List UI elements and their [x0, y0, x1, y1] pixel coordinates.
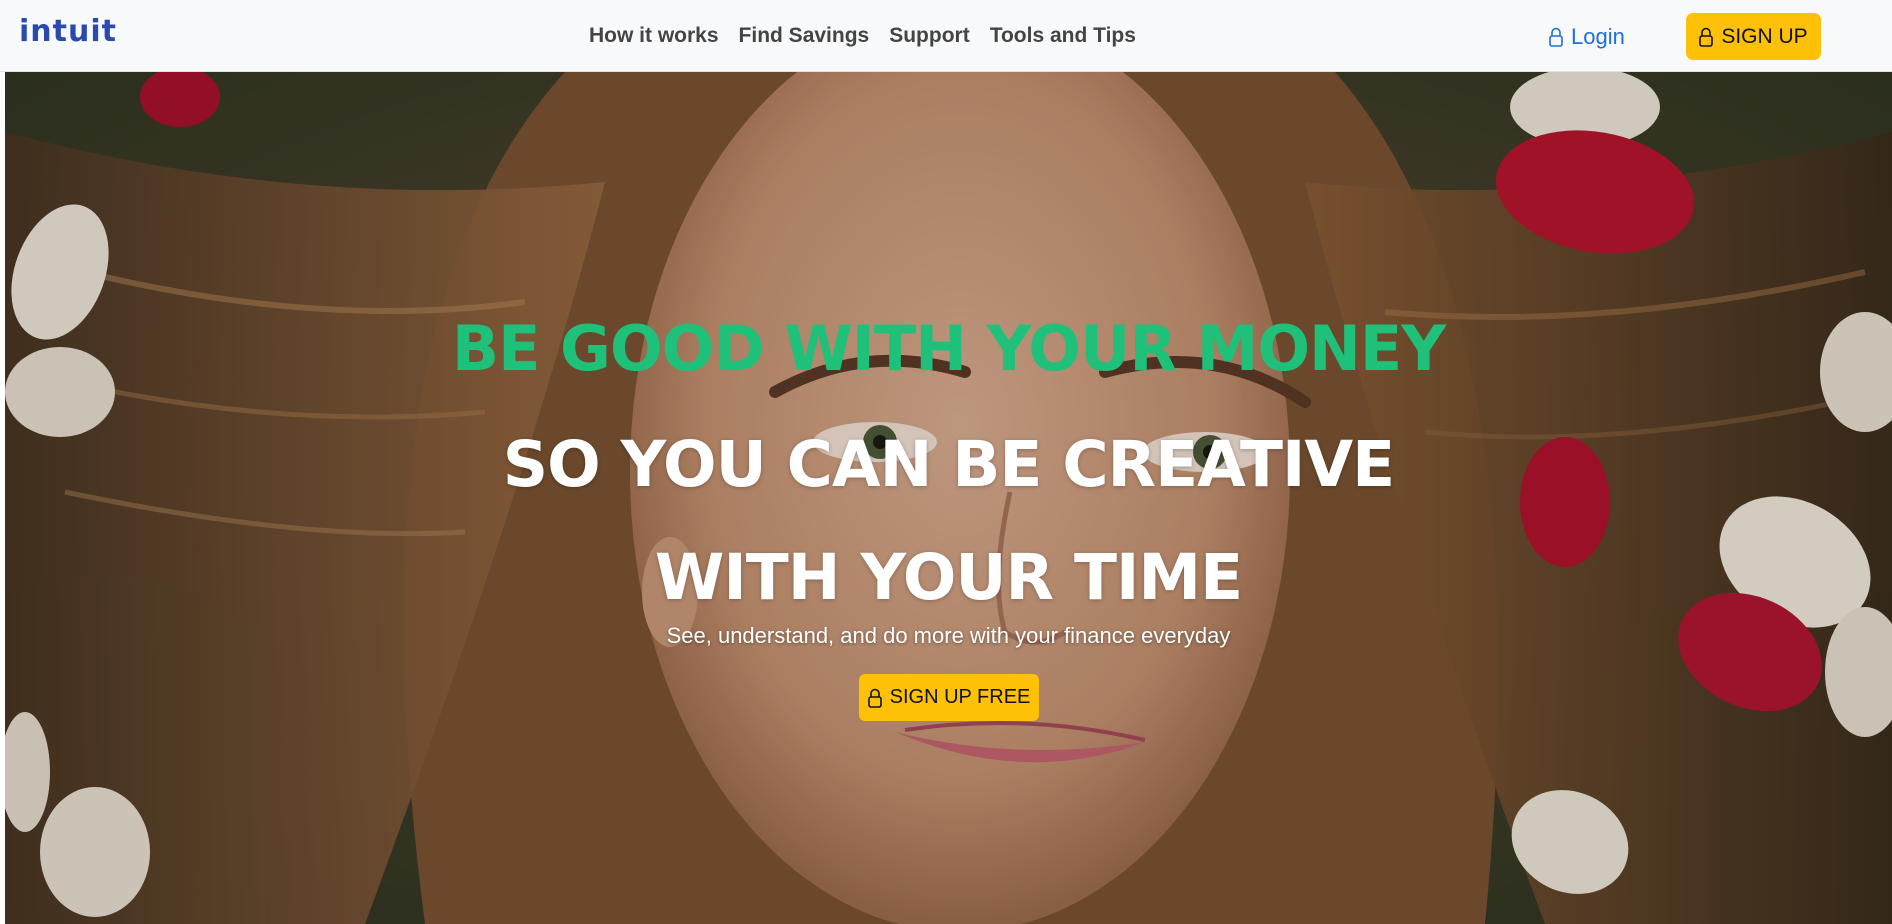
signup-button[interactable]: SIGN UP [1686, 13, 1821, 60]
lock-icon [867, 688, 882, 708]
hero-tagline: See, understand, and do more with your f… [666, 623, 1231, 648]
signup-label: SIGN UP [1721, 24, 1808, 48]
nav-tools-and-tips[interactable]: Tools and Tips [990, 24, 1136, 48]
hero-headline-line2: SO YOU CAN BE CREATIVE [502, 428, 1395, 501]
hero-section: BE GOOD WITH YOUR MONEY SO YOU CAN BE CR… [5, 72, 1892, 924]
lock-icon [1699, 27, 1714, 47]
lock-icon [1549, 27, 1563, 47]
login-link[interactable]: Login [1549, 22, 1625, 52]
nav-support[interactable]: Support [889, 24, 969, 48]
main-nav: How it works Find Savings Support Tools … [589, 0, 1136, 72]
hero-headline-line3: WITH YOUR TIME [654, 541, 1243, 614]
login-label: Login [1571, 24, 1625, 49]
nav-find-savings[interactable]: Find Savings [739, 24, 870, 48]
hero-headline-line1: BE GOOD WITH YOUR MONEY [451, 312, 1446, 385]
intuit-logo[interactable]: intuit [19, 17, 117, 47]
signup-free-button[interactable]: SIGN UP FREE [859, 674, 1039, 721]
top-navbar: intuit How it works Find Savings Support… [0, 0, 1892, 72]
nav-how-it-works[interactable]: How it works [589, 24, 719, 48]
signup-free-label: SIGN UP FREE [889, 686, 1031, 708]
